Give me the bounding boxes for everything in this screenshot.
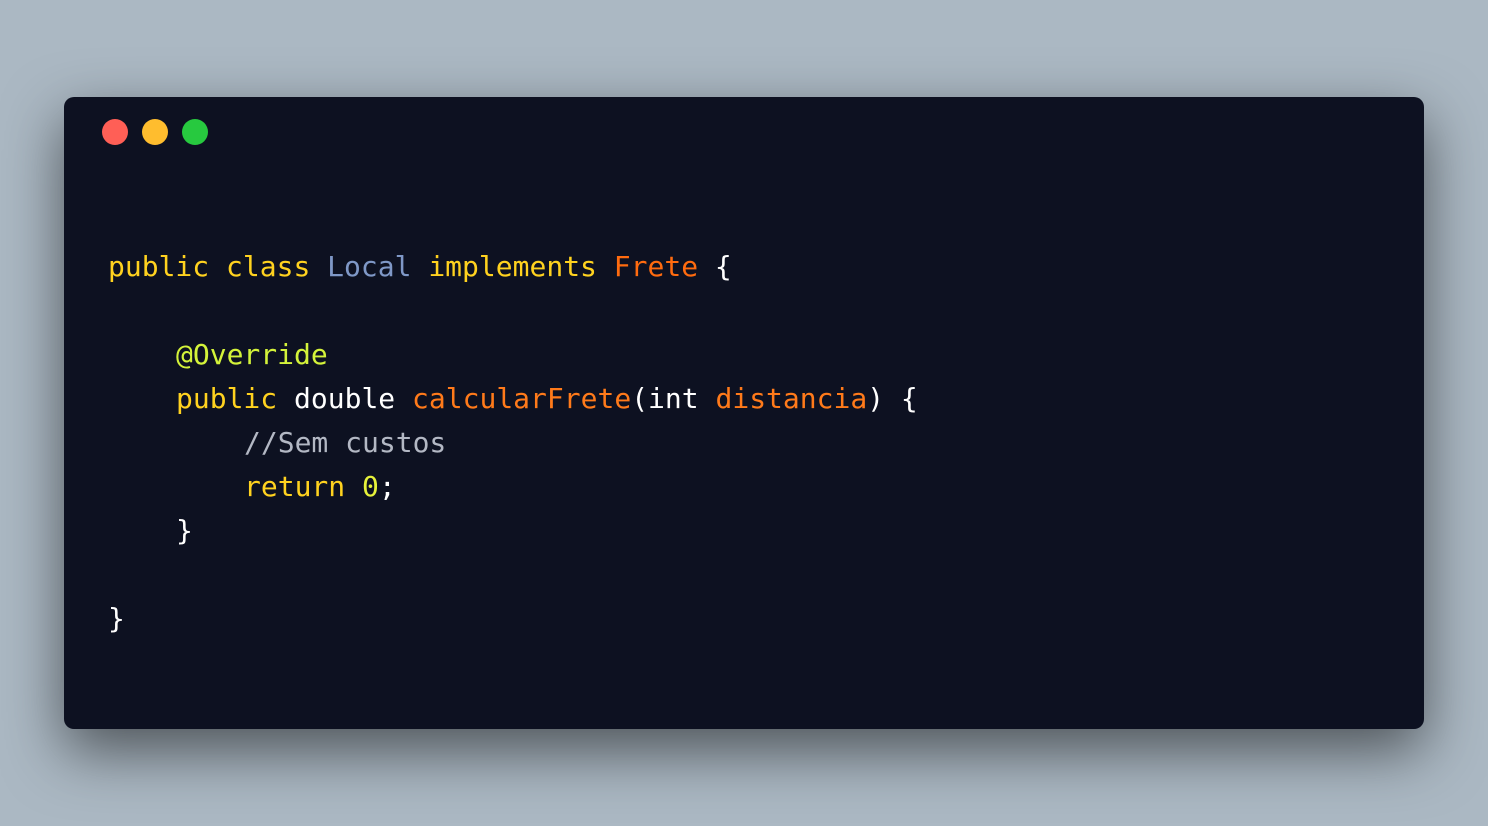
keyword-implements: implements (428, 250, 597, 283)
brace-open: { (900, 382, 918, 415)
keyword-return: return (244, 470, 346, 503)
code-line-1: public class Local implements Frete { (108, 245, 918, 289)
type-double: double (294, 382, 396, 415)
paren-close: ) (867, 382, 885, 415)
semicolon: ; (378, 470, 396, 503)
method-name: calcularFrete (412, 382, 632, 415)
keyword-public: public (176, 382, 278, 415)
keyword-class: class (226, 250, 311, 283)
code-line-9: } (108, 597, 918, 641)
window-controls (102, 119, 208, 145)
code-line-6: return 0; (108, 465, 918, 509)
brace-open: { (714, 250, 732, 283)
comment: //Sem custos (244, 426, 447, 459)
param-name: distancia (715, 382, 868, 415)
keyword-public: public (108, 250, 210, 283)
param-type: int (648, 382, 699, 415)
interface-name: Frete (613, 250, 699, 283)
code-line-4: public double calcularFrete(int distanci… (108, 377, 918, 421)
code-line-5: //Sem custos (108, 421, 918, 465)
code-block: public class Local implements Frete { @Ov… (108, 245, 918, 641)
code-window: public class Local implements Frete { @Ov… (64, 97, 1424, 729)
brace-close: } (176, 514, 193, 547)
code-line-3: @Override (108, 333, 918, 377)
return-value: 0 (362, 470, 379, 503)
annotation-override: @Override (176, 338, 328, 371)
minimize-icon[interactable] (142, 119, 168, 145)
brace-close: } (108, 602, 125, 635)
maximize-icon[interactable] (182, 119, 208, 145)
code-line-7: } (108, 509, 918, 553)
class-name: Local (327, 250, 412, 283)
close-icon[interactable] (102, 119, 128, 145)
paren-open: ( (631, 382, 649, 415)
